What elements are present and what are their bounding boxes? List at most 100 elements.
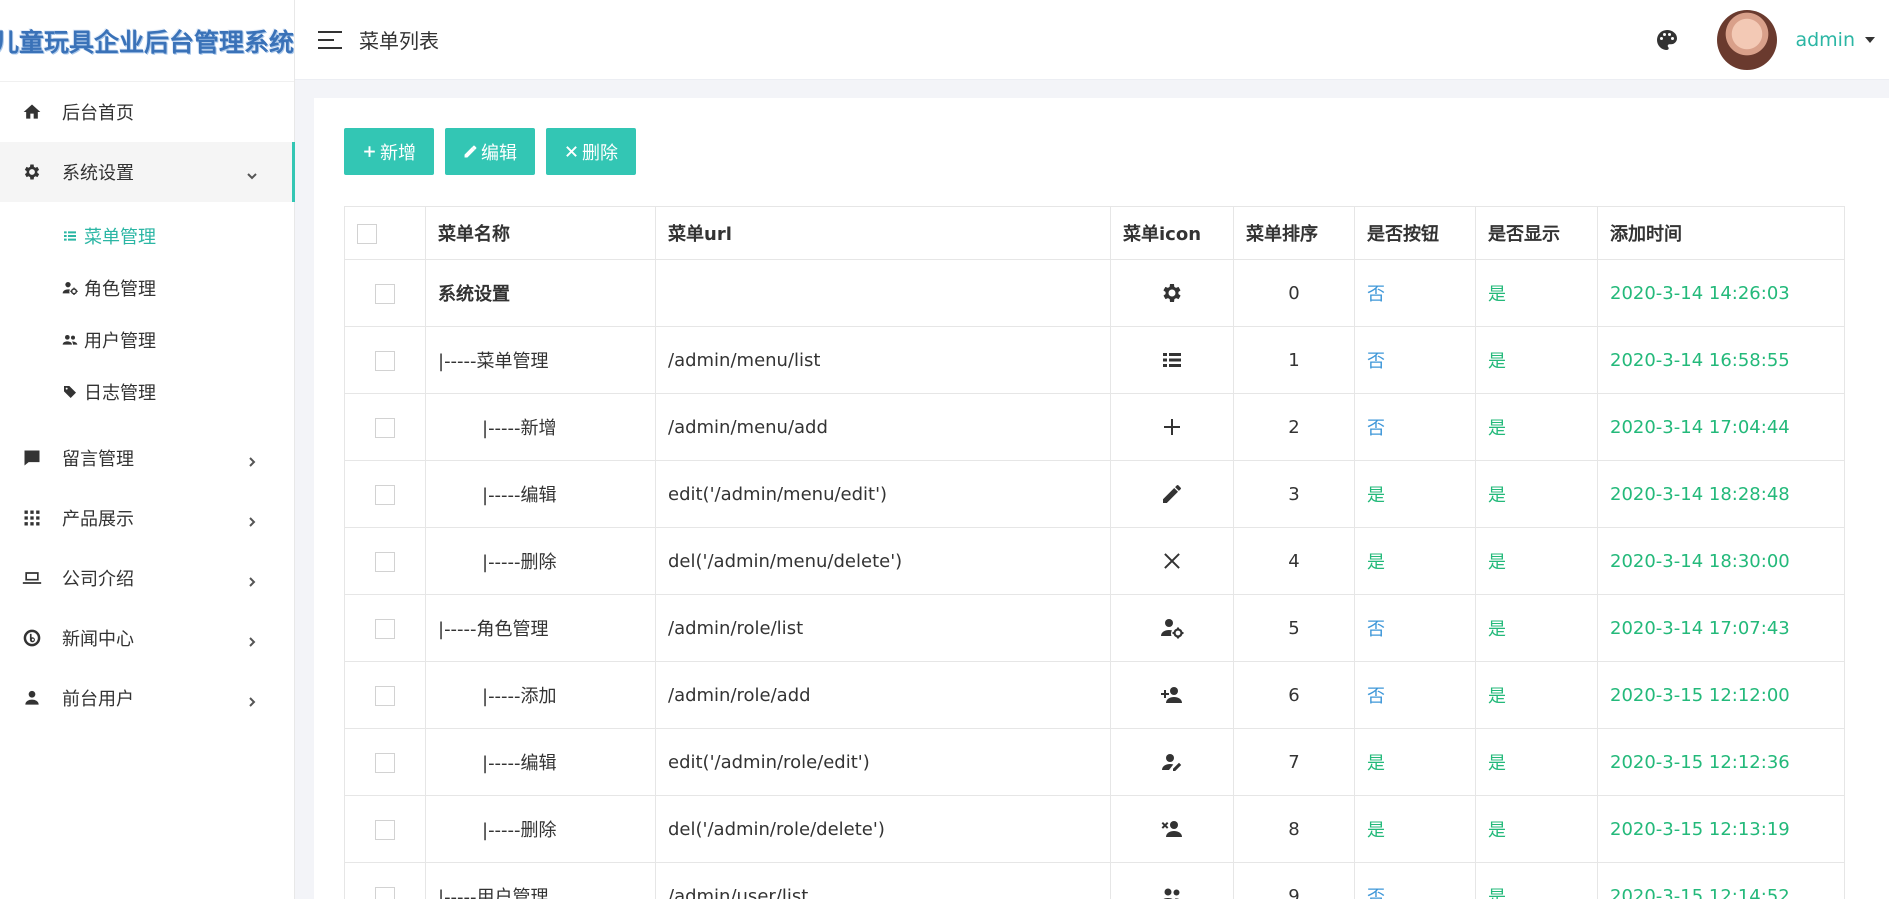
row-select-cell [344, 326, 426, 394]
menu-name-cell: |-----添加 [425, 661, 656, 729]
is-show-cell: 是 [1475, 728, 1598, 796]
row-checkbox[interactable] [375, 350, 395, 371]
column-header: 添加时间 [1597, 206, 1845, 260]
close-icon [564, 144, 579, 159]
plus-icon [362, 144, 377, 159]
pencil-icon [1160, 482, 1184, 506]
is-show-cell: 是 [1475, 326, 1598, 394]
menu-url-cell [655, 259, 1111, 327]
sidebar-subitem-user-management[interactable]: 用户管理 [0, 314, 294, 366]
column-header: 是否显示 [1475, 206, 1598, 260]
gear-icon [22, 162, 42, 182]
sidebar-subitem-menu-management[interactable]: 菜单管理 [0, 210, 294, 262]
table-header-row: 菜单名称 菜单url 菜单icon 菜单排序 是否按钮 是否显示 添加时间 [344, 206, 1845, 260]
header-right: admin [1655, 0, 1875, 80]
is-button-cell: 是 [1354, 460, 1476, 528]
sidebar-item-frontend-users[interactable]: 前台用户 [0, 668, 294, 728]
sidebar-item-products[interactable]: 产品展示 [0, 488, 294, 548]
grid-icon [22, 508, 42, 528]
table-row[interactable]: |-----角色管理/admin/role/list 5 否是 2020-3-14 1… [344, 594, 1845, 662]
table-row[interactable]: |-----菜单管理/admin/menu/list 1 否是 2020-3-14 1… [344, 326, 1845, 394]
row-checkbox[interactable] [375, 752, 395, 773]
sidebar-subitem-label: 角色管理 [84, 279, 156, 300]
chevron-down-icon [246, 166, 258, 180]
avatar[interactable] [1717, 10, 1778, 70]
menu-url-cell: /admin/role/list [655, 594, 1111, 662]
list-icon [62, 228, 78, 244]
menu-icon-cell [1110, 460, 1234, 528]
edit-button-label: 编辑 [481, 142, 517, 164]
sidebar-item-messages[interactable]: 留言管理 [0, 428, 294, 488]
sidebar-subitem-label: 用户管理 [84, 331, 156, 352]
sidebar-subitem-log-management[interactable]: 日志管理 [0, 366, 294, 418]
menu-sort-cell: 0 [1233, 259, 1355, 327]
sidebar-item-news[interactable]: 新闻中心 [0, 608, 294, 668]
add-button[interactable]: 新增 [344, 128, 434, 175]
is-show-cell: 是 [1475, 259, 1598, 327]
palette-icon[interactable] [1655, 28, 1679, 52]
menu-name-cell: |-----用户管理 [425, 862, 656, 899]
menu-url-cell: edit('/admin/menu/edit') [655, 460, 1111, 528]
row-select-cell [344, 259, 426, 327]
row-select-cell [344, 460, 426, 528]
column-header: 菜单url [655, 206, 1111, 260]
menu-sort-cell: 7 [1233, 728, 1355, 796]
row-checkbox[interactable] [375, 886, 395, 899]
table-row[interactable]: |-----新增/admin/menu/add 2 否是 2020-3-14 17:0… [344, 393, 1845, 461]
menu-sort-cell: 6 [1233, 661, 1355, 729]
news-icon [22, 628, 42, 648]
menu-icon-cell [1110, 527, 1234, 595]
sidebar-item-label: 新闻中心 [62, 629, 134, 650]
menu-icon-cell [1110, 795, 1234, 863]
user-gear-icon [62, 280, 78, 296]
tags-icon [62, 384, 78, 400]
user-menu[interactable]: admin [1795, 29, 1875, 51]
table-row[interactable]: |-----编辑 edit('/admin/role/edit') 7 是是 2020-… [344, 728, 1845, 796]
is-button-cell: 是 [1354, 795, 1476, 863]
table-row[interactable]: |-----添加/admin/role/add 6 否是 2020-3-15 12:1… [344, 661, 1845, 729]
row-checkbox[interactable] [375, 685, 395, 706]
sidebar-item-system-settings[interactable]: 系统设置 [0, 142, 295, 202]
is-button-cell: 否 [1354, 661, 1476, 729]
chevron-right-icon [246, 692, 258, 707]
edit-button[interactable]: 编辑 [445, 128, 535, 175]
row-checkbox[interactable] [375, 283, 395, 304]
menu-icon-cell [1110, 326, 1234, 394]
delete-button[interactable]: 删除 [546, 128, 636, 175]
sidebar-subitem-role-management[interactable]: 角色管理 [0, 262, 294, 314]
table-row[interactable]: |-----用户管理/admin/user/list 9 否是 2020-3-15 1… [344, 862, 1845, 899]
row-checkbox[interactable] [375, 484, 395, 505]
hamburger-menu-icon[interactable] [317, 30, 343, 50]
delete-button-label: 删除 [582, 142, 618, 164]
is-show-cell: 是 [1475, 527, 1598, 595]
sidebar-item-home[interactable]: 后台首页 [0, 82, 294, 142]
menu-sort-cell: 9 [1233, 862, 1355, 899]
table-row[interactable]: 系统设置 0 否是 2020-3-14 14:26:03 [344, 259, 1845, 327]
row-checkbox[interactable] [375, 417, 395, 438]
row-checkbox[interactable] [375, 551, 395, 572]
menu-url-cell: del('/admin/menu/delete') [655, 527, 1111, 595]
add-time-cell: 2020-3-15 12:12:36 [1597, 728, 1845, 796]
laptop-icon [22, 568, 42, 588]
row-select-cell [344, 393, 426, 461]
table-row[interactable]: |-----编辑 edit('/admin/menu/edit') 3 是是 2020-… [344, 460, 1845, 528]
menu-icon-cell [1110, 393, 1234, 461]
row-checkbox[interactable] [375, 819, 395, 840]
add-time-cell: 2020-3-14 18:28:48 [1597, 460, 1845, 528]
add-time-cell: 2020-3-14 18:30:00 [1597, 527, 1845, 595]
select-all-checkbox[interactable] [357, 223, 377, 244]
user-remove-icon [1160, 817, 1184, 841]
app-logo[interactable]: 儿童玩具企业后台管理系统 [0, 0, 294, 82]
table-row[interactable]: |-----删除 del('/admin/menu/delete') 4 是是 2020… [344, 527, 1845, 595]
is-show-cell: 是 [1475, 795, 1598, 863]
is-show-cell: 是 [1475, 460, 1598, 528]
page-title: 菜单列表 [359, 29, 439, 53]
menu-url-cell: del('/admin/role/delete') [655, 795, 1111, 863]
menu-url-cell: edit('/admin/role/edit') [655, 728, 1111, 796]
add-time-cell: 2020-3-14 17:04:44 [1597, 393, 1845, 461]
add-time-cell: 2020-3-14 16:58:55 [1597, 326, 1845, 394]
menu-sort-cell: 8 [1233, 795, 1355, 863]
sidebar-item-company[interactable]: 公司介绍 [0, 548, 294, 608]
row-checkbox[interactable] [375, 618, 395, 639]
table-row[interactable]: |-----删除 del('/admin/role/delete') 8 是是 2020… [344, 795, 1845, 863]
